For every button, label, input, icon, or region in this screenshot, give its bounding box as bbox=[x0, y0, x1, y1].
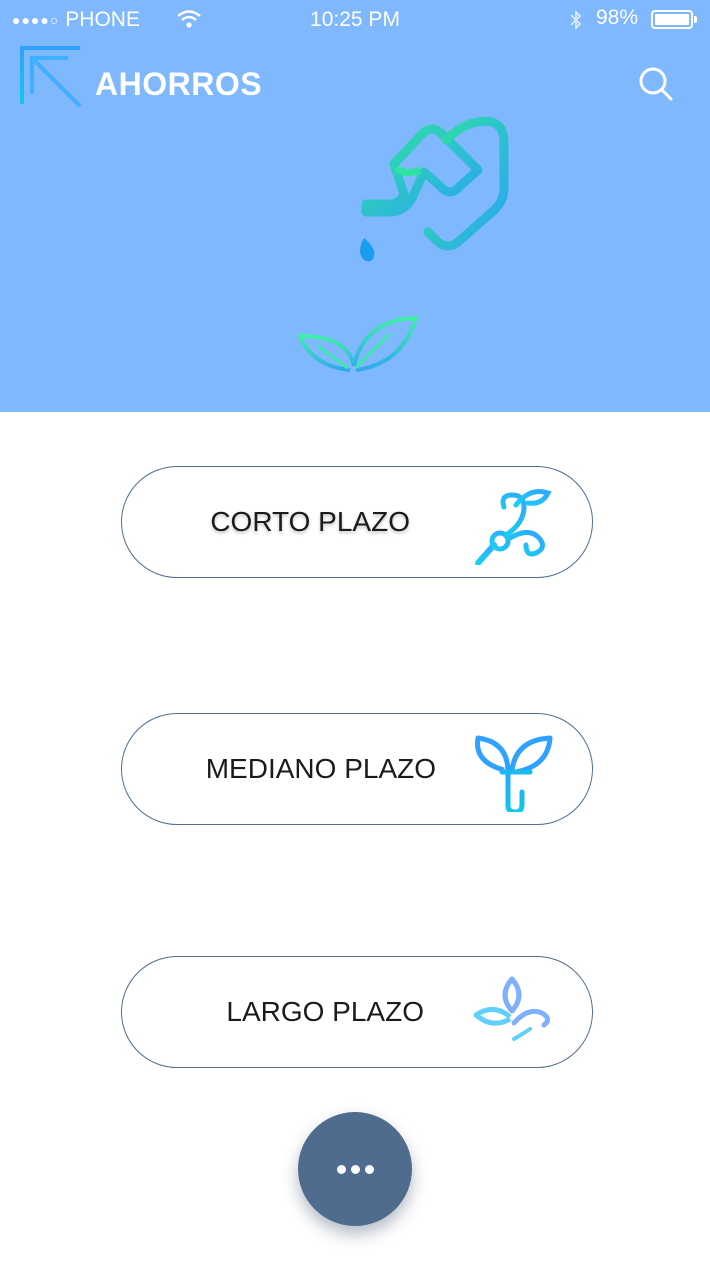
seedling-curl-icon bbox=[475, 489, 552, 565]
plant-leaves-icon bbox=[475, 735, 553, 812]
largo-plazo-label: LARGO PLAZO bbox=[226, 996, 424, 1027]
more-icon bbox=[336, 1164, 374, 1174]
sprout-icon bbox=[297, 315, 419, 412]
largo-plazo-button[interactable]: LARGO PLAZO bbox=[121, 956, 593, 1068]
mediano-plazo-button[interactable]: MEDIANO PLAZO bbox=[121, 713, 593, 825]
arrow-up-left-icon[interactable] bbox=[18, 44, 84, 110]
battery-icon bbox=[651, 10, 697, 29]
plant-bud-icon bbox=[473, 976, 550, 1055]
bluetooth-icon bbox=[570, 9, 582, 31]
mediano-plazo-label: MEDIANO PLAZO bbox=[205, 753, 436, 784]
more-options-button[interactable] bbox=[298, 1112, 412, 1226]
search-icon[interactable] bbox=[636, 64, 676, 104]
watering-can-icon bbox=[360, 116, 509, 262]
hero-banner: ●●●●○ PHONE 10:25 PM 98% AHORROS bbox=[0, 0, 710, 412]
corto-plazo-label: CORTO PLAZO bbox=[210, 506, 410, 537]
app-header: AHORROS bbox=[0, 40, 710, 120]
battery-percent: 98% bbox=[596, 6, 639, 29]
status-bar: ●●●●○ PHONE 10:25 PM 98% bbox=[0, 0, 710, 40]
corto-plazo-button[interactable]: CORTO PLAZO bbox=[121, 466, 593, 578]
water-drop-icon bbox=[360, 238, 375, 262]
page-title: AHORROS bbox=[95, 66, 263, 102]
